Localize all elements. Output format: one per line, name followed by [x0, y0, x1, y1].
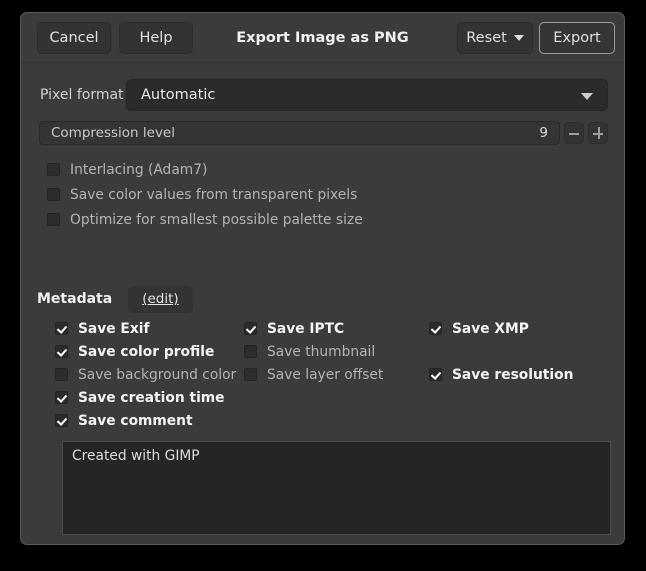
pixel-format-label: Pixel format	[40, 87, 126, 103]
png-option-label: Interlacing (Adam7)	[70, 162, 207, 178]
checkbox-checked-icon[interactable]	[429, 322, 442, 335]
comment-text: Created with GIMP	[63, 442, 610, 470]
metadata-option-0-3[interactable]: Save creation time	[55, 386, 225, 409]
metadata-option-1-1[interactable]: Save thumbnail	[244, 340, 375, 363]
compression-level-value: 9	[539, 122, 548, 144]
checkbox-unchecked-icon[interactable]	[47, 163, 60, 176]
pixel-format-value: Automatic	[141, 87, 215, 103]
metadata-option-1-2[interactable]: Save layer offset	[244, 363, 383, 386]
dialog-body: Pixel format Automatic Compression level…	[21, 63, 624, 545]
metadata-option-0-2[interactable]: Save background color	[55, 363, 236, 386]
checkbox-checked-icon[interactable]	[55, 391, 68, 404]
chevron-down-icon	[581, 93, 593, 100]
checkbox-unchecked-icon[interactable]	[244, 345, 257, 358]
metadata-option-label: Save color profile	[78, 344, 214, 360]
metadata-edit-button[interactable]: (edit)	[128, 286, 192, 313]
minus-icon	[569, 133, 579, 135]
pixel-format-select[interactable]: Automatic	[126, 79, 608, 111]
reset-button-label: Reset	[466, 30, 507, 46]
compression-increment-button[interactable]	[588, 122, 608, 144]
compression-level-row: Compression level 9	[21, 120, 624, 146]
checkbox-checked-icon[interactable]	[429, 368, 442, 381]
metadata-option-label: Save thumbnail	[267, 344, 375, 360]
png-option-1[interactable]: Save color values from transparent pixel…	[21, 182, 624, 207]
comment-textarea[interactable]: Created with GIMP	[62, 441, 611, 535]
metadata-option-0-1[interactable]: Save color profile	[55, 340, 214, 363]
compression-level-label: Compression level	[51, 122, 175, 144]
metadata-option-label: Save creation time	[78, 390, 225, 406]
metadata-edit-label: (edit)	[142, 291, 178, 307]
checkbox-unchecked-icon[interactable]	[47, 188, 60, 201]
metadata-option-label: Save IPTC	[267, 321, 344, 337]
dialog-title-text: Export Image as PNG	[236, 30, 408, 46]
checkbox-unchecked-icon[interactable]	[244, 368, 257, 381]
metadata-option-1-0[interactable]: Save IPTC	[244, 317, 344, 340]
save-settings-button[interactable]: Save Settings	[217, 544, 387, 545]
metadata-option-2-0[interactable]: Save XMP	[429, 317, 529, 340]
metadata-option-0-4[interactable]: Save comment	[55, 409, 193, 432]
dialog-title: Export Image as PNG	[21, 13, 624, 63]
cancel-button-label: Cancel	[49, 30, 98, 46]
png-option-2[interactable]: Optimize for smallest possible palette s…	[21, 207, 624, 232]
png-option-label: Optimize for smallest possible palette s…	[70, 212, 363, 228]
pixel-format-row: Pixel format Automatic	[21, 79, 624, 111]
reset-button[interactable]: Reset	[457, 22, 533, 54]
plus-icon-vertical	[598, 127, 600, 139]
metadata-option-2-2[interactable]: Save resolution	[429, 363, 573, 386]
metadata-option-label: Save resolution	[452, 367, 573, 383]
compression-decrement-button[interactable]	[564, 122, 584, 144]
checkbox-checked-icon[interactable]	[244, 322, 257, 335]
checkbox-checked-icon[interactable]	[55, 345, 68, 358]
metadata-option-label: Save comment	[78, 413, 193, 429]
export-png-dialog: Cancel Help Export Image as PNG Reset Ex…	[20, 12, 625, 545]
compression-level-slider[interactable]: Compression level 9	[39, 121, 560, 145]
help-button-label: Help	[139, 30, 172, 46]
export-button-label: Export	[553, 30, 600, 46]
metadata-option-label: Save layer offset	[267, 367, 383, 383]
checkbox-unchecked-icon[interactable]	[47, 213, 60, 226]
metadata-title: Metadata	[37, 291, 112, 307]
png-option-0[interactable]: Interlacing (Adam7)	[21, 157, 624, 182]
export-button[interactable]: Export	[539, 22, 615, 54]
load-saved-settings-button[interactable]: Load Saved Settings	[37, 544, 209, 545]
help-button[interactable]: Help	[119, 22, 193, 54]
metadata-header: Metadata (edit)	[21, 285, 193, 313]
png-option-label: Save color values from transparent pixel…	[70, 187, 357, 203]
cancel-button[interactable]: Cancel	[37, 22, 111, 54]
metadata-option-label: Save Exif	[78, 321, 149, 337]
metadata-option-label: Save XMP	[452, 321, 529, 337]
dialog-header: Cancel Help Export Image as PNG Reset Ex…	[21, 13, 624, 63]
metadata-option-label: Save background color	[78, 367, 236, 383]
metadata-option-0-0[interactable]: Save Exif	[55, 317, 149, 340]
png-options-list: Interlacing (Adam7) Save color values fro…	[21, 157, 624, 232]
checkbox-checked-icon[interactable]	[55, 414, 68, 427]
checkbox-unchecked-icon[interactable]	[55, 368, 68, 381]
chevron-down-icon	[514, 35, 524, 41]
checkbox-checked-icon[interactable]	[55, 322, 68, 335]
